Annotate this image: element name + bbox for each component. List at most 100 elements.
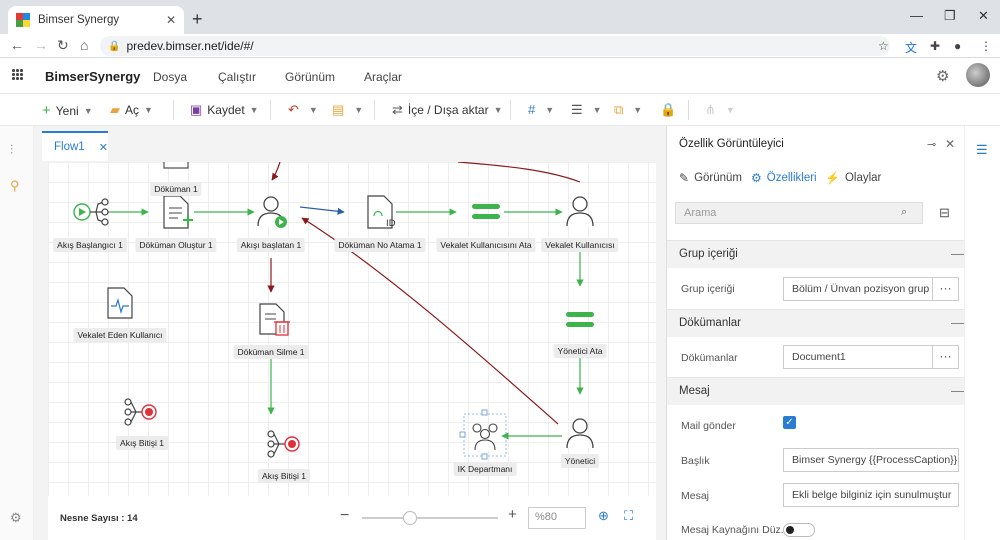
proxy-giver-label[interactable]: Vekalet Eden Kullanıcı (73, 328, 167, 342)
document-top-label[interactable]: Döküman 1 (150, 182, 202, 196)
new-button[interactable]: + Yeni ▼ (42, 102, 93, 119)
restore-button[interactable]: ❐ (944, 8, 956, 24)
connector[interactable] (299, 206, 345, 215)
plugin-icon[interactable]: ⚲ (10, 178, 20, 194)
align-button[interactable]: ☰ ▼ (571, 102, 602, 118)
tab-flow1[interactable]: Flow1 ✕ (42, 131, 108, 161)
collapse-icon[interactable]: — (951, 383, 964, 398)
menu-calistir[interactable]: Çalıştır (218, 70, 256, 84)
menu-dosya[interactable]: Dosya (153, 70, 187, 84)
flow-end-icon[interactable] (267, 430, 300, 458)
create-document-icon[interactable] (163, 195, 193, 229)
connector[interactable] (271, 162, 281, 181)
back-icon[interactable]: ← (10, 37, 24, 53)
user-icon[interactable] (566, 418, 594, 449)
translate-icon[interactable]: 文 (905, 39, 917, 56)
menu-gorunum[interactable]: Görünüm (285, 70, 335, 84)
create-document-label[interactable]: Döküman Oluştur 1 (135, 238, 217, 252)
collapse-all-icon[interactable]: ⊟ (939, 205, 950, 221)
document-numbering-label[interactable]: Döküman No Atama 1 (334, 238, 426, 252)
lock-button[interactable]: 🔒 (660, 102, 681, 118)
flow-canvas[interactable]: ID Akış Başlangıcı 1 Döküman Oluştur 1 A… (48, 162, 656, 496)
connector[interactable] (457, 162, 581, 183)
apps-grid-icon[interactable] (12, 69, 24, 81)
zoom-slider[interactable] (362, 517, 498, 519)
menu-araclar[interactable]: Araçlar (364, 70, 402, 84)
arrange-button[interactable]: ⧉ ▼ (614, 102, 642, 118)
forward-icon[interactable]: → (34, 37, 48, 53)
properties-list-icon[interactable]: ☰ (976, 142, 988, 158)
home-icon[interactable]: ⌂ (80, 37, 88, 53)
zoom-fit-icon[interactable]: ⊕ (598, 508, 609, 524)
search-icon[interactable]: ⌕ (901, 206, 907, 219)
settings-gear-icon[interactable]: ⚙ (936, 67, 949, 85)
zoom-in-button[interactable]: + (508, 506, 517, 523)
flow-end-label-2[interactable]: Akış Bitişi 1 (258, 469, 310, 483)
mail-send-checkbox[interactable]: ✓ (783, 416, 796, 429)
group-content-field[interactable]: Bölüm / Ünvan pozisyon grup (783, 277, 933, 301)
extensions-icon[interactable]: ✚ (930, 39, 940, 53)
debug-icon[interactable]: ⚙ (10, 510, 22, 526)
window-close-button[interactable]: ✕ (978, 8, 989, 24)
proxy-user-label[interactable]: Vekalet Kullanıcısı (541, 238, 619, 252)
group-content-browse-button[interactable]: ··· (933, 277, 959, 301)
manager-label[interactable]: Yönetici (560, 454, 600, 468)
group-users-icon[interactable] (459, 409, 507, 460)
document-top-icon[interactable] (163, 162, 189, 169)
paste-button[interactable]: ▤ ▼ (332, 102, 363, 118)
message-field[interactable]: Ekli belge bilginiz için sunulmuştur (783, 483, 959, 507)
url-field[interactable]: 🔒 predev.bimser.net/ide/#/ (100, 36, 890, 56)
delete-document-icon[interactable] (259, 303, 290, 336)
pin-icon[interactable]: ⊸ (927, 138, 936, 151)
grid-button[interactable]: # ▼ (528, 102, 554, 117)
zoom-level-input[interactable]: %80 (528, 507, 586, 529)
browser-menu-icon[interactable]: ⋮ (980, 39, 992, 53)
search-input[interactable]: Arama (675, 202, 923, 224)
close-icon[interactable]: ✕ (945, 137, 955, 151)
avatar[interactable] (966, 63, 990, 87)
documents-browse-button[interactable]: ··· (933, 345, 959, 369)
save-button[interactable]: ▣ Kaydet ▼ (190, 102, 259, 118)
delete-document-label[interactable]: Döküman Silme 1 (233, 345, 309, 359)
assign-bars-icon[interactable] (472, 204, 500, 219)
flow-initiator-label[interactable]: Akışı başlatan 1 (236, 238, 306, 252)
document-id-icon[interactable]: ID (367, 195, 396, 229)
document-pulse-icon[interactable] (107, 287, 133, 319)
assign-proxy-label[interactable]: Vekalet Kullanıcısını Ata (436, 238, 536, 252)
message-source-toggle[interactable] (783, 523, 815, 537)
new-tab-button[interactable]: + (192, 9, 203, 30)
collapse-icon[interactable]: — (951, 246, 964, 261)
hr-department-label[interactable]: IK Departmanı (453, 462, 517, 476)
zoom-slider-handle[interactable] (402, 511, 417, 525)
zoom-out-button[interactable]: − (340, 507, 349, 525)
documents-field[interactable]: Document1 (783, 345, 933, 369)
toolbox-icon[interactable]: ⫶ (10, 142, 13, 158)
subject-field[interactable]: Bimser Synergy {{ProcessCaption}} a (783, 448, 959, 472)
tab-properties[interactable]: ⚙ Özellikleri (751, 171, 817, 185)
profile-icon[interactable]: ● (954, 39, 961, 53)
open-button[interactable]: ▰ Aç ▼ (110, 102, 153, 118)
minimize-button[interactable]: — (910, 8, 923, 23)
reload-icon[interactable]: ↻ (57, 37, 69, 54)
hierarchy-button[interactable]: ⋔ ▼ (705, 102, 735, 118)
bookmark-star-icon[interactable]: ☆ (878, 39, 889, 53)
section-group[interactable]: Grup içeriği — (667, 240, 965, 268)
tab-events[interactable]: ⚡ Olaylar (825, 171, 881, 185)
section-documents[interactable]: Dökümanlar — (667, 309, 965, 337)
close-icon[interactable]: ✕ (99, 141, 108, 154)
undo-button[interactable]: ↶ ▼ (288, 102, 318, 118)
section-message[interactable]: Mesaj — (667, 377, 965, 405)
browser-tab[interactable]: Bimser Synergy ✕ (8, 6, 184, 34)
tab-close-icon[interactable]: ✕ (166, 13, 176, 27)
flow-end-icon[interactable] (124, 398, 157, 426)
flow-start-label[interactable]: Akış Başlangıcı 1 (53, 238, 127, 252)
flow-end-label-1[interactable]: Akış Bitişi 1 (116, 436, 168, 450)
collapse-icon[interactable]: — (951, 315, 964, 330)
assign-manager-label[interactable]: Yönetici Ata (553, 344, 607, 358)
fullscreen-icon[interactable]: ⛶ (624, 508, 633, 524)
import-export-button[interactable]: ⇄ İçe / Dışa aktar ▼ (392, 102, 503, 118)
user-icon[interactable] (566, 196, 594, 227)
user-play-icon[interactable] (257, 196, 287, 228)
flow-start-icon[interactable] (73, 198, 109, 226)
assign-bars-icon[interactable] (566, 312, 594, 327)
